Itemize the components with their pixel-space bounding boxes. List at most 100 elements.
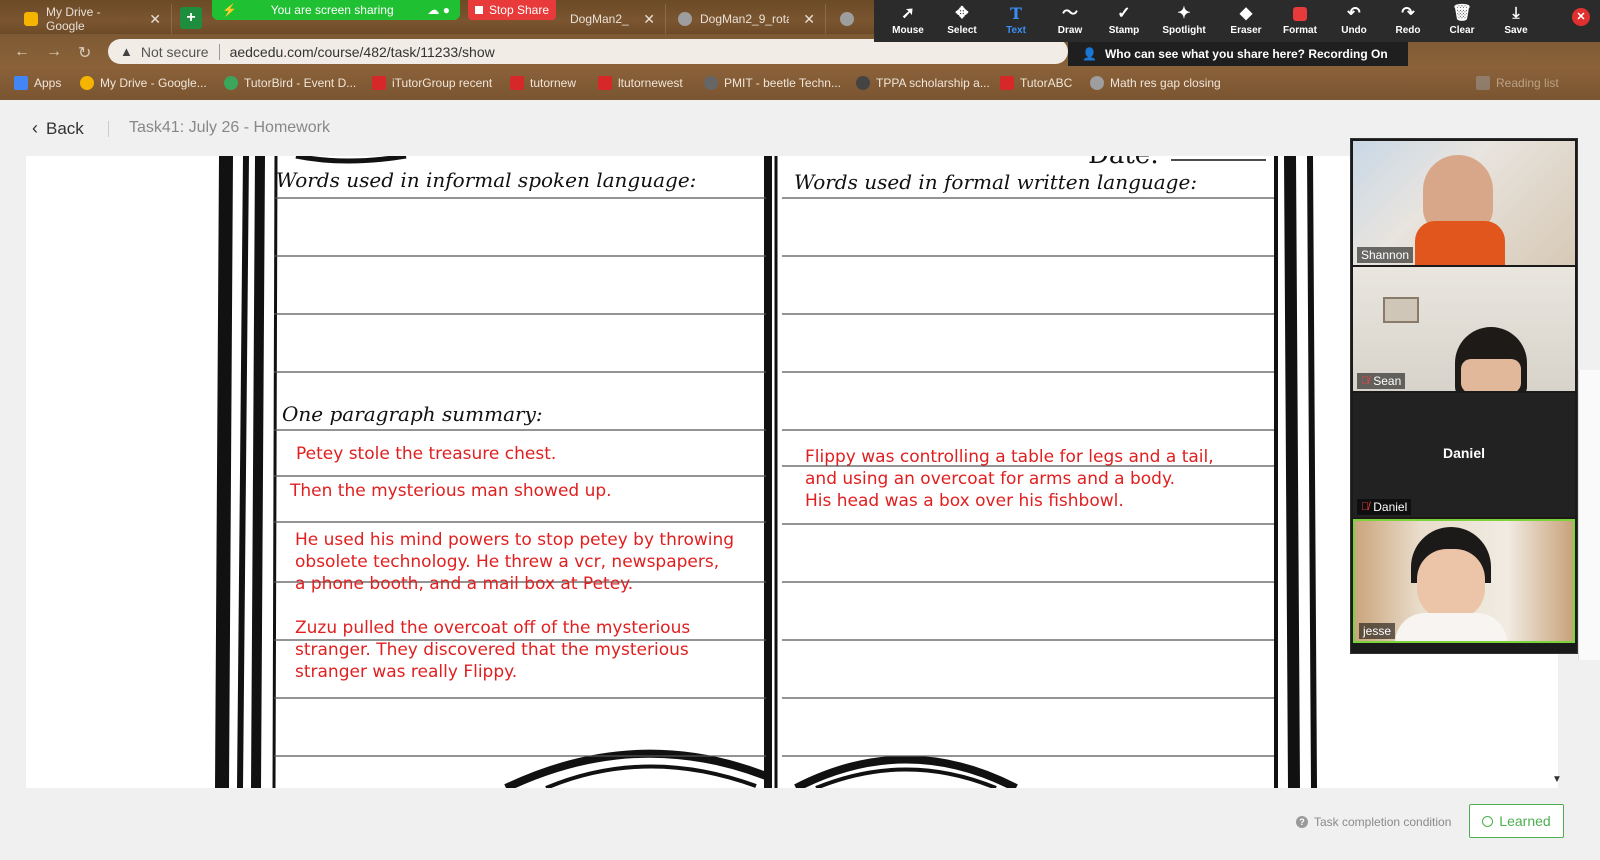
annotation-line[interactable]: Petey stole the treasure chest.	[296, 443, 556, 465]
annotation-line[interactable]: Then the mysterious man showed up.	[290, 480, 612, 502]
stop-share-button[interactable]: Stop Share	[468, 0, 556, 20]
reading-list-icon	[1476, 76, 1490, 90]
bookmark-label: Apps	[34, 76, 62, 90]
annotation-line[interactable]: a phone booth, and a mail box at Petey.	[295, 573, 633, 595]
save-icon: ⤓	[1512, 5, 1520, 22]
annotation-line[interactable]: and using an overcoat for arms and a bod…	[805, 468, 1175, 490]
participant-name: jesse	[1359, 623, 1396, 639]
tool-mouse[interactable]: ➚ Mouse	[880, 3, 936, 41]
annotation-line[interactable]: Zuzu pulled the overcoat off of the myst…	[295, 617, 690, 639]
tool-label: Text	[1006, 25, 1026, 36]
annotation-line[interactable]: He used his mind powers to stop petey by…	[295, 529, 734, 551]
participant-name-text: Sean	[1373, 374, 1402, 388]
recording-notice[interactable]: 👤 Who can see what you share here? Recor…	[1068, 42, 1408, 66]
reading-list[interactable]: Reading list	[1476, 76, 1559, 90]
annotation-line[interactable]: His head was a box over his fishbowl.	[805, 490, 1124, 512]
pin-icon: ⚡	[222, 3, 237, 17]
mic-muted-icon: 🎙̸	[1361, 375, 1370, 387]
bookmark-my-drive[interactable]: My Drive - Google...	[80, 76, 207, 90]
worksheet-drawing	[215, 156, 1317, 788]
bookmark-label: TutorBird - Event D...	[244, 76, 357, 90]
video-tile-sean[interactable]: 🎙̸ Sean	[1353, 267, 1575, 391]
itutor-icon	[510, 76, 524, 90]
tab-dogman-9[interactable]: DogMan2_9_rotate ✕	[668, 4, 826, 34]
close-annotation-icon[interactable]: ✕	[1572, 8, 1590, 26]
screen-sharing-banner[interactable]: ⚡ You are screen sharing ☁ ●	[212, 0, 460, 20]
reload-icon[interactable]: ↻	[78, 43, 91, 63]
bookmark-tutorabc[interactable]: TutorABC	[1000, 76, 1072, 90]
participant-face	[1461, 359, 1521, 391]
bookmarks-bar: Apps My Drive - Google... TutorBird - Ev…	[0, 68, 1600, 100]
redo-icon: ↷	[1401, 5, 1415, 22]
bookmark-label: Math res gap closing	[1110, 76, 1221, 90]
tool-draw[interactable]: 〜 Draw	[1042, 3, 1098, 41]
back-arrow-icon[interactable]: ←	[14, 43, 30, 61]
tab-extra[interactable]	[830, 4, 870, 34]
forward-arrow-icon[interactable]: →	[46, 43, 62, 61]
itutor-icon	[598, 76, 612, 90]
apps-grid-icon	[14, 76, 28, 90]
close-icon[interactable]: ✕	[803, 11, 815, 28]
annotation-line[interactable]: stranger was really Flippy.	[295, 661, 517, 683]
tool-label: Clear	[1449, 25, 1475, 36]
mic-muted-icon: 🎙̸	[1361, 501, 1370, 513]
itutor-icon	[1000, 76, 1014, 90]
security-label: Not secure	[140, 43, 209, 60]
bookmark-pmit[interactable]: PMIT - beetle Techn...	[704, 76, 841, 90]
back-button[interactable]: ‹ Back	[32, 118, 84, 139]
draw-icon: 〜	[1061, 5, 1078, 22]
tab-label: My Drive - Google	[46, 5, 101, 33]
participant-name-text: Daniel	[1373, 500, 1408, 514]
stop-icon	[474, 6, 483, 14]
bookmark-tutornew[interactable]: tutornew	[510, 76, 576, 90]
task-completion-condition[interactable]: ? Task completion condition	[1296, 815, 1451, 829]
close-icon[interactable]: ✕	[149, 11, 161, 28]
itutor-icon	[372, 76, 386, 90]
video-tile-daniel[interactable]: Daniel 🎙̸ Daniel	[1353, 393, 1575, 517]
summary-heading: One paragraph summary:	[282, 402, 543, 426]
tool-spotlight[interactable]: ✦ Spotlight	[1156, 3, 1212, 41]
tppa-icon	[856, 76, 870, 90]
tool-select[interactable]: ✥ Select	[934, 3, 990, 41]
person-icon: 👤	[1082, 47, 1097, 61]
bookmark-math-res[interactable]: Math res gap closing	[1090, 76, 1221, 90]
completion-label: Task completion condition	[1314, 815, 1452, 829]
tab-dogman-8[interactable]: DogMan2_8_rotate ✕	[560, 4, 666, 34]
scroll-down-icon[interactable]: ▼	[1552, 774, 1562, 785]
close-icon[interactable]: ✕	[643, 11, 655, 28]
video-tile-jesse[interactable]: jesse	[1353, 519, 1575, 643]
help-icon: ?	[1296, 816, 1308, 828]
tool-clear[interactable]: 🗑 Clear	[1434, 3, 1490, 41]
tool-eraser[interactable]: ◆ Eraser	[1218, 3, 1274, 41]
video-tile-shannon[interactable]: Shannon	[1353, 141, 1575, 265]
bookmark-label: PMIT - beetle Techn...	[724, 76, 841, 90]
bookmark-tutorbird[interactable]: TutorBird - Event D...	[224, 76, 356, 90]
bookmark-tppa[interactable]: TPPA scholarship a...	[856, 76, 990, 90]
tool-undo[interactable]: ↶ Undo	[1326, 3, 1382, 41]
spotlight-icon: ✦	[1177, 5, 1191, 22]
tool-save[interactable]: ⤓ Save	[1488, 3, 1544, 41]
participant-name-text: jesse	[1363, 624, 1392, 638]
address-bar[interactable]: ▲ Not secure aedcedu.com/course/482/task…	[108, 39, 1068, 64]
bookmark-label: iTutorGroup recent	[392, 76, 493, 90]
share-banner-text: You are screen sharing	[270, 3, 394, 17]
tool-format[interactable]: Format	[1272, 3, 1328, 41]
tool-redo[interactable]: ↷ Redo	[1380, 3, 1436, 41]
move-icon: ✥	[955, 5, 969, 22]
annotation-line[interactable]: stranger. They discovered that the myste…	[295, 639, 689, 661]
task-title: Task41: July 26 - Homework	[129, 119, 330, 136]
tool-label: Stamp	[1108, 25, 1140, 36]
bookmark-itutorgroup[interactable]: iTutorGroup recent	[372, 76, 492, 90]
tab-my-drive[interactable]: My Drive - Google ✕	[14, 4, 172, 34]
learned-label: Learned	[1499, 813, 1551, 829]
bookmark-apps[interactable]: Apps	[14, 76, 61, 90]
worksheet-viewer[interactable]: Date: Words used in informal spoken lang…	[26, 156, 1558, 788]
tool-stamp[interactable]: ✓ Stamp	[1096, 3, 1152, 41]
sheets-icon[interactable]: +	[180, 7, 202, 29]
bookmark-ltutornewest[interactable]: ltutornewest	[598, 76, 683, 90]
annotation-line[interactable]: Flippy was controlling a table for legs …	[805, 446, 1214, 468]
learned-button[interactable]: Learned	[1469, 804, 1564, 838]
back-label: Back	[46, 118, 84, 138]
annotation-line[interactable]: obsolete technology. He threw a vcr, new…	[295, 551, 719, 573]
tool-text[interactable]: T Text	[988, 3, 1044, 41]
